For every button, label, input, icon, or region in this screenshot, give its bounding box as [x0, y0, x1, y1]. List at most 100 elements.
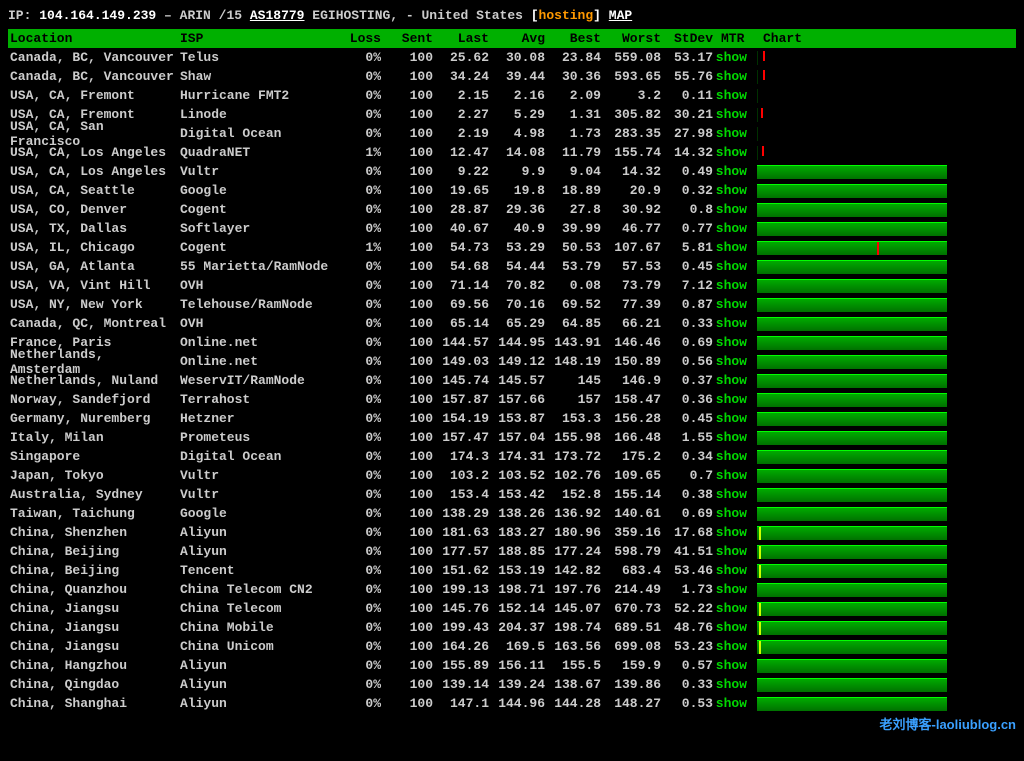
col-header-worst[interactable]: Worst: [601, 31, 661, 46]
cell-best: 69.52: [545, 297, 601, 312]
chart-bar: [757, 412, 947, 426]
mtr-show-link[interactable]: show: [713, 126, 753, 141]
col-header-avg[interactable]: Avg: [489, 31, 545, 46]
col-header-location[interactable]: Location: [8, 31, 180, 46]
header-as-link[interactable]: AS18779: [250, 8, 305, 23]
mtr-show-link[interactable]: show: [713, 563, 753, 578]
mtr-show-link[interactable]: show: [713, 487, 753, 502]
chart-cell: [753, 564, 947, 578]
mtr-show-link[interactable]: show: [713, 696, 753, 711]
cell-isp: Cogent: [180, 240, 329, 255]
mtr-show-link[interactable]: show: [713, 316, 753, 331]
cell-last: 139.14: [433, 677, 489, 692]
chart-cell: [753, 241, 947, 255]
col-header-best[interactable]: Best: [545, 31, 601, 46]
col-header-chart[interactable]: Chart: [753, 31, 947, 46]
table-row: Germany, NurembergHetzner0%100154.19153.…: [8, 409, 1016, 428]
mtr-show-link[interactable]: show: [713, 183, 753, 198]
mtr-show-link[interactable]: show: [713, 677, 753, 692]
mtr-show-link[interactable]: show: [713, 601, 753, 616]
col-header-last[interactable]: Last: [433, 31, 489, 46]
cell-stdev: 5.81: [661, 240, 713, 255]
cell-worst: 66.21: [601, 316, 661, 331]
cell-loss: 0%: [329, 601, 381, 616]
mtr-show-link[interactable]: show: [713, 297, 753, 312]
cell-loss: 0%: [329, 620, 381, 635]
mtr-show-link[interactable]: show: [713, 544, 753, 559]
chart-bar: [757, 222, 947, 236]
table-row: China, ShanghaiAliyun0%100147.1144.96144…: [8, 694, 1016, 713]
cell-stdev: 0.56: [661, 354, 713, 369]
mtr-show-link[interactable]: show: [713, 240, 753, 255]
mtr-show-link[interactable]: show: [713, 392, 753, 407]
cell-loss: 0%: [329, 468, 381, 483]
cell-worst: 166.48: [601, 430, 661, 445]
cell-best: 9.04: [545, 164, 601, 179]
mtr-show-link[interactable]: show: [713, 525, 753, 540]
col-header-isp[interactable]: ISP: [180, 31, 329, 46]
header-prefix: IP:: [8, 8, 39, 23]
mtr-show-link[interactable]: show: [713, 411, 753, 426]
mtr-show-link[interactable]: show: [713, 354, 753, 369]
mtr-show-link[interactable]: show: [713, 69, 753, 84]
cell-location: China, Quanzhou: [8, 582, 180, 597]
chart-cell: [753, 469, 947, 483]
cell-location: Canada, BC, Vancouver: [8, 69, 180, 84]
cell-last: 145.74: [433, 373, 489, 388]
mtr-show-link[interactable]: show: [713, 145, 753, 160]
chart-tick: [759, 622, 761, 635]
mtr-show-link[interactable]: show: [713, 107, 753, 122]
mtr-show-link[interactable]: show: [713, 164, 753, 179]
mtr-show-link[interactable]: show: [713, 658, 753, 673]
mtr-show-link[interactable]: show: [713, 259, 753, 274]
cell-best: 1.31: [545, 107, 601, 122]
cell-avg: 169.5: [489, 639, 545, 654]
cell-worst: 146.9: [601, 373, 661, 388]
map-link[interactable]: MAP: [609, 8, 632, 23]
chart-cell: [753, 659, 947, 673]
cell-stdev: 53.17: [661, 50, 713, 65]
mtr-show-link[interactable]: show: [713, 335, 753, 350]
col-header-mtr[interactable]: MTR: [713, 31, 753, 46]
cell-sent: 100: [381, 202, 433, 217]
cell-stdev: 0.69: [661, 506, 713, 521]
col-header-loss[interactable]: Loss: [329, 31, 381, 46]
mtr-show-link[interactable]: show: [713, 88, 753, 103]
mtr-show-link[interactable]: show: [713, 639, 753, 654]
table-header-row: Location ISP Loss Sent Last Avg Best Wor…: [8, 29, 1016, 48]
mtr-show-link[interactable]: show: [713, 430, 753, 445]
chart-spike: [763, 51, 765, 61]
table-row: Canada, BC, VancouverShaw0%10034.2439.44…: [8, 67, 1016, 86]
col-header-sent[interactable]: Sent: [381, 31, 433, 46]
chart-bar: [757, 260, 947, 274]
cell-worst: 159.9: [601, 658, 661, 673]
mtr-show-link[interactable]: show: [713, 506, 753, 521]
chart-bar: [757, 279, 947, 293]
cell-stdev: 55.76: [661, 69, 713, 84]
cell-best: 144.28: [545, 696, 601, 711]
cell-location: USA, CA, Fremont: [8, 88, 180, 103]
mtr-show-link[interactable]: show: [713, 468, 753, 483]
mtr-show-link[interactable]: show: [713, 620, 753, 635]
chart-bar: [757, 108, 947, 122]
cell-isp: OVH: [180, 316, 329, 331]
cell-sent: 100: [381, 601, 433, 616]
cell-avg: 183.27: [489, 525, 545, 540]
cell-best: 2.09: [545, 88, 601, 103]
mtr-show-link[interactable]: show: [713, 373, 753, 388]
cell-last: 19.65: [433, 183, 489, 198]
cell-avg: 152.14: [489, 601, 545, 616]
chart-cell: [753, 621, 947, 635]
mtr-show-link[interactable]: show: [713, 50, 753, 65]
chart-cell: [753, 602, 947, 616]
mtr-show-link[interactable]: show: [713, 582, 753, 597]
mtr-show-link[interactable]: show: [713, 278, 753, 293]
cell-loss: 0%: [329, 354, 381, 369]
cell-worst: 30.92: [601, 202, 661, 217]
mtr-show-link[interactable]: show: [713, 202, 753, 217]
mtr-show-link[interactable]: show: [713, 221, 753, 236]
col-header-stdev[interactable]: StDev: [661, 31, 713, 46]
mtr-show-link[interactable]: show: [713, 449, 753, 464]
chart-bar: [757, 659, 947, 673]
bracket-open: [: [531, 8, 539, 23]
